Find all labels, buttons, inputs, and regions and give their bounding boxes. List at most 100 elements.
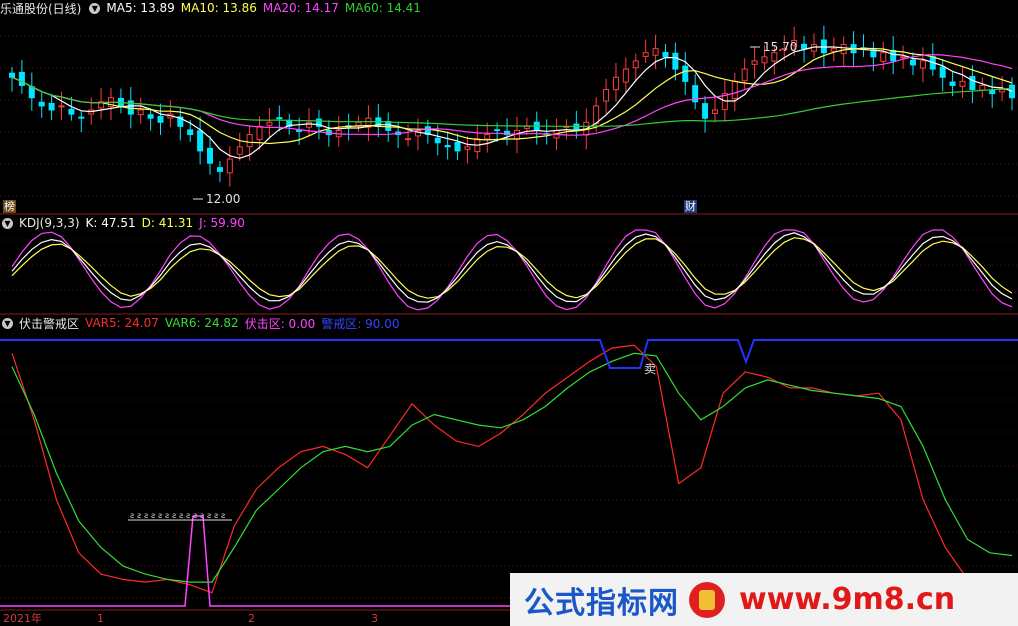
- stock-chart[interactable]: ƨƨƨƨƨƨƨƨƨƨƨƨƨƨ: [0, 0, 1018, 626]
- candle-body: [820, 39, 827, 54]
- candle-body: [682, 65, 689, 82]
- candle-body: [226, 158, 233, 174]
- ambush-signal-mark: ƨ: [165, 511, 169, 520]
- ma10-line: [11, 47, 1013, 145]
- candle-body: [652, 48, 659, 56]
- kdj-j-line: [11, 229, 1013, 311]
- x-axis-tick-1: 1: [97, 612, 104, 625]
- ambush-signal-mark: ƨ: [221, 511, 225, 520]
- candle-body: [464, 146, 471, 150]
- candle-body: [256, 125, 263, 140]
- candle-body: [187, 129, 194, 136]
- kdj-settings-icon[interactable]: ▼: [2, 217, 13, 229]
- candle-body: [622, 68, 629, 83]
- candle-body: [751, 60, 758, 65]
- candle-body: [741, 68, 748, 82]
- main-panel-header: 乐通股份(日线) ▼ MA5: 13.89 MA10: 13.86 MA20: …: [0, 0, 427, 16]
- ambush-signal-mark: ƨ: [151, 511, 155, 520]
- candle-body: [761, 56, 768, 64]
- candle-body: [197, 130, 204, 152]
- candle-body: [989, 89, 996, 95]
- candle-body: [38, 101, 45, 107]
- sell-mark: 卖: [644, 362, 657, 376]
- var5-label: VAR5: 24.07: [85, 316, 159, 330]
- warning-zone-line: [0, 339, 1018, 369]
- candle-body: [296, 129, 303, 132]
- ambush-panel-header: ▼ 伏击警戒区 VAR5: 24.07 VAR6: 24.82 伏击区: 0.0…: [0, 315, 406, 331]
- ambush-name[interactable]: 伏击警戒区: [19, 315, 79, 332]
- candle-body: [603, 89, 610, 102]
- watermark-logo-icon: [689, 581, 725, 618]
- rank-badge[interactable]: 榜: [3, 200, 16, 213]
- ma60-label: MA60: 14.41: [344, 1, 421, 15]
- finance-badge[interactable]: 财: [684, 200, 697, 213]
- warning-zone-label: 警戒区: 90.00: [321, 316, 400, 331]
- ambush-signal-mark: ƨ: [200, 511, 204, 520]
- candle-body: [236, 146, 243, 155]
- var6-label: VAR6: 24.82: [164, 316, 239, 330]
- watermark-text: 公式指标网: [524, 585, 679, 621]
- ambush-signal-mark: ƨ: [144, 511, 148, 520]
- ma20-label: MA20: 14.17: [262, 1, 339, 15]
- candle-body: [801, 43, 808, 50]
- ambush-signal-mark: ƨ: [207, 511, 211, 520]
- candle-body: [207, 147, 214, 164]
- ma20-line: [11, 53, 1013, 136]
- candle-body: [28, 86, 35, 99]
- candle-body: [632, 60, 639, 69]
- candle-body: [385, 121, 392, 131]
- candle-body: [642, 52, 649, 57]
- ambush-signal-mark: ƨ: [137, 511, 141, 520]
- ambush-signal-mark: ƨ: [214, 511, 218, 520]
- candle-body: [78, 116, 85, 119]
- candle-body: [454, 141, 461, 152]
- x-axis-year: 2021年: [3, 612, 42, 625]
- low-price-mark: 12.00: [206, 192, 241, 206]
- watermark-url: www.9m8.cn: [739, 582, 956, 617]
- candle-body: [702, 103, 709, 119]
- candle-body: [979, 84, 986, 91]
- candle-body: [355, 121, 362, 126]
- x-axis-tick-3: 3: [371, 612, 378, 625]
- stock-title[interactable]: 乐通股份(日线): [0, 0, 81, 17]
- watermark-banner: 公式指标网 www.9m8.cn: [510, 573, 1018, 626]
- candle-body: [276, 117, 283, 120]
- ambush-signal-mark: ƨ: [172, 511, 176, 520]
- candle-body: [573, 123, 580, 131]
- candle-body: [147, 114, 154, 119]
- kdj-k-label: K: 47.51: [85, 216, 136, 230]
- candle-body: [612, 76, 619, 91]
- candle-body: [969, 75, 976, 91]
- kdj-d-label: D: 41.31: [141, 216, 194, 230]
- candle-body: [840, 44, 847, 54]
- candle-body: [48, 102, 55, 111]
- candle-body: [949, 81, 956, 86]
- candle-body: [157, 115, 164, 123]
- candle-body: [58, 105, 65, 108]
- candle-body: [909, 59, 916, 66]
- candle-body: [999, 89, 1006, 93]
- candle-body: [434, 137, 441, 144]
- candle-body: [216, 167, 223, 172]
- candle-body: [731, 80, 738, 100]
- settings-circle-icon[interactable]: ▼: [89, 2, 101, 14]
- candle-body: [662, 51, 669, 58]
- ambush-signal-mark: ƨ: [193, 511, 197, 520]
- candle-body: [246, 134, 253, 148]
- candle-body: [405, 138, 412, 141]
- ambush-signal-mark: ƨ: [179, 511, 183, 520]
- candle-body: [1009, 84, 1015, 99]
- candle-body: [494, 129, 501, 132]
- candle-body: [266, 121, 273, 126]
- kdj-name[interactable]: KDJ(9,3,3): [19, 216, 80, 230]
- var5-line: [11, 344, 1013, 594]
- candle-body: [890, 49, 897, 62]
- var6-line: [11, 352, 1013, 583]
- ambush-signal-mark: ƨ: [158, 511, 162, 520]
- kdj-panel-header: ▼ KDJ(9,3,3) K: 47.51 D: 41.31 J: 59.90: [0, 215, 251, 231]
- ambush-settings-icon[interactable]: ▼: [2, 317, 13, 329]
- candle-body: [919, 60, 926, 69]
- ma10-label: MA10: 13.86: [180, 1, 257, 15]
- kdj-j-label: J: 59.90: [199, 216, 245, 230]
- candle-body: [18, 71, 25, 86]
